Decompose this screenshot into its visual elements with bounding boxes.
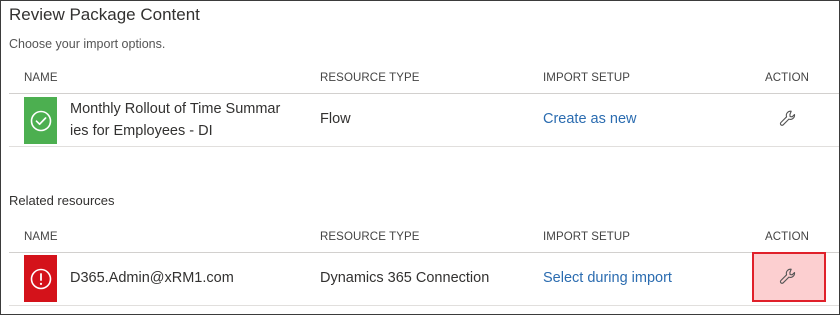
column-header-resource-type: RESOURCE TYPE bbox=[320, 231, 420, 243]
error-circle-icon bbox=[30, 268, 51, 289]
column-header-name: NAME bbox=[24, 72, 58, 84]
resource-name-line-2: ies for Employees - DI bbox=[70, 123, 213, 139]
header-divider bbox=[9, 252, 839, 253]
resource-type: Flow bbox=[320, 111, 351, 127]
check-circle-icon bbox=[30, 110, 51, 131]
row-divider bbox=[9, 305, 839, 306]
configure-action-button[interactable] bbox=[775, 106, 801, 132]
column-header-action: ACTION bbox=[765, 72, 810, 84]
resource-name: D365.Admin@xRM1.com bbox=[70, 270, 234, 286]
success-status-indicator bbox=[24, 97, 57, 144]
resource-type: Dynamics 365 Connection bbox=[320, 270, 490, 286]
resource-name-line-1: Monthly Rollout of Time Summar bbox=[70, 101, 281, 117]
wrench-icon bbox=[779, 110, 796, 126]
wrench-icon bbox=[779, 268, 796, 284]
review-package-panel: Review Package Content Choose your impor… bbox=[0, 0, 840, 315]
column-header-resource-type: RESOURCE TYPE bbox=[320, 72, 420, 84]
related-resources-label: Related resources bbox=[9, 193, 115, 208]
error-status-indicator bbox=[24, 255, 57, 302]
page-title: Review Package Content bbox=[9, 5, 200, 24]
row-divider bbox=[9, 146, 839, 147]
column-header-action: ACTION bbox=[765, 231, 810, 243]
configure-action-button[interactable] bbox=[775, 264, 801, 290]
header-divider bbox=[9, 93, 839, 94]
create-as-new-link[interactable]: Create as new bbox=[543, 111, 637, 127]
select-during-import-link[interactable]: Select during import bbox=[543, 270, 672, 286]
resource-name: Monthly Rollout of Time Summar ies for E… bbox=[70, 98, 300, 142]
page-subtitle: Choose your import options. bbox=[9, 37, 166, 51]
column-header-import-setup: IMPORT SETUP bbox=[543, 231, 631, 243]
column-header-name: NAME bbox=[24, 231, 58, 243]
column-header-import-setup: IMPORT SETUP bbox=[543, 72, 631, 84]
